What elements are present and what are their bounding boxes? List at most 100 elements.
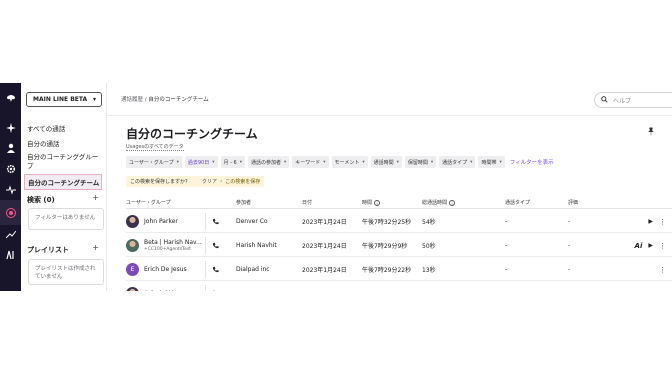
column-divider: [205, 285, 206, 291]
phone-icon: [212, 234, 219, 257]
table-row[interactable]: Ashwini V ⋮: [126, 282, 672, 291]
user-cell[interactable]: Beta | Harish Nav... +CC100+AgentsTest: [126, 234, 202, 257]
filter-moment[interactable]: モーメント ▾: [331, 156, 368, 168]
activity-icon[interactable]: [4, 183, 17, 196]
breadcrumb-parent[interactable]: 通話履歴: [121, 97, 143, 103]
col-time-label: 時間: [362, 200, 373, 206]
row-actions: ⋮: [659, 282, 666, 292]
add-search-icon[interactable]: +: [92, 193, 99, 202]
filter-label: ユーザー・グループ: [129, 159, 174, 166]
info-icon[interactable]: i: [374, 199, 381, 206]
nav-item-all-calls[interactable]: すべての通話: [27, 123, 65, 133]
top-bar: 通話履歴 / 自分のコーチングチーム ヘルプ: [107, 83, 672, 116]
user-icon[interactable]: [4, 141, 17, 154]
page-subtitle[interactable]: Usagesのすべてのデータ: [126, 143, 184, 151]
phone-icon: [212, 282, 219, 291]
filter-time-of-day[interactable]: 時間帯 ▾: [478, 156, 505, 168]
show-filters-link[interactable]: フィルターを表示: [510, 156, 554, 168]
more-icon[interactable]: ⋮: [659, 242, 666, 250]
col-rating[interactable]: 評価: [568, 199, 578, 206]
nav-item-my-calls[interactable]: 自分の通話: [27, 138, 60, 148]
ai-icon[interactable]: Ai: [635, 242, 643, 250]
more-icon[interactable]: ⋮: [659, 290, 666, 292]
icon-rail: [0, 83, 21, 291]
user-cell[interactable]: Ashwini V: [126, 282, 173, 291]
filter-label: 月 - 6: [223, 159, 237, 166]
filter-call-type[interactable]: 通話タイプ ▾: [439, 156, 476, 168]
trend-icon[interactable]: [4, 228, 17, 241]
chevron-down-icon: ▾: [283, 159, 287, 165]
pin-icon[interactable]: [647, 127, 655, 137]
participant-cell[interactable]: Dialpad inc: [236, 258, 270, 281]
save-prompt: この検索を保存しますか？: [130, 179, 191, 185]
banner-separator: ・: [218, 179, 224, 185]
search-section-title: 検索 (0): [27, 196, 55, 204]
search-icon: [601, 95, 608, 105]
col-call-type[interactable]: 通話タイプ: [505, 199, 530, 206]
duration-cell: 50秒: [422, 243, 436, 250]
filter-label: 通話タイプ: [442, 159, 468, 166]
help-search-input[interactable]: ヘルプ: [594, 92, 672, 108]
table-row[interactable]: E Erich De Jesus Dialpad inc 2023年1月24日 午後7時…: [126, 258, 672, 281]
filter-participants[interactable]: 通話の参加者 ▾: [247, 156, 290, 168]
filter-user-group[interactable]: ユーザー・グループ ▾: [126, 156, 182, 168]
chevron-down-icon: ▾: [239, 159, 242, 165]
filter-label: 過去90日: [187, 159, 210, 166]
avatar: [126, 215, 139, 228]
play-icon[interactable]: ▶: [648, 218, 653, 225]
info-icon[interactable]: i: [449, 199, 456, 206]
col-date[interactable]: 日付: [302, 199, 312, 206]
row-actions: Ai ▶ ⋮: [635, 234, 666, 257]
chevron-down-icon: ▾: [396, 159, 399, 165]
user-cell[interactable]: E Erich De Jesus: [126, 258, 187, 281]
chevron-down-icon: ▾: [323, 159, 326, 165]
more-icon[interactable]: ⋮: [659, 266, 666, 274]
gear-icon[interactable]: [4, 162, 17, 175]
save-search-banner: この検索を保存しますか？ クリア ・ この検索を保存: [126, 176, 265, 187]
more-icon[interactable]: ⋮: [659, 218, 666, 226]
nav-item-my-coaching-group[interactable]: 自分のコーチンググループ: [27, 153, 101, 171]
filter-keyword[interactable]: キーワード ▾: [292, 156, 329, 168]
clear-button[interactable]: クリア: [202, 179, 217, 185]
filter-label: モーメント: [334, 159, 360, 166]
table-row[interactable]: John Parker Denver Co 2023年1月24日 午後7時32分25秒…: [126, 210, 672, 233]
filter-hold-time[interactable]: 保留時間 ▾: [404, 156, 437, 168]
col-duration[interactable]: 総通話時間 i: [422, 199, 456, 206]
nav-item-my-coaching-team[interactable]: 自分のコーチングチーム: [24, 174, 102, 190]
filter-label: 保留時間: [407, 159, 428, 166]
add-playlist-icon[interactable]: +: [92, 243, 99, 252]
avatar: E: [126, 263, 139, 276]
time-cell: 午後7時32分25秒: [362, 219, 412, 226]
avatar: [126, 239, 139, 252]
app-window: MAIN LINE BETA ▾ すべての通話 自分の通話 自分のコーチンググル…: [0, 83, 672, 291]
chevron-down-icon: ▾: [499, 159, 502, 165]
call-type-cell: -: [505, 242, 508, 249]
search-placeholder: ヘルプ: [613, 97, 632, 105]
dialpad-logo-icon[interactable]: [4, 91, 17, 104]
user-name: John Parker: [144, 218, 178, 225]
ai-icon[interactable]: [4, 248, 17, 261]
table-row[interactable]: Beta | Harish Nav... +CC100+AgentsTest Har…: [126, 234, 672, 257]
filter-label: 通話時間: [373, 159, 394, 166]
date-cell: 2023年1月24日: [302, 219, 347, 226]
chevron-down-icon: ▾: [430, 159, 434, 165]
col-time[interactable]: 時間 i: [362, 199, 381, 206]
save-search-button[interactable]: この検索を保存: [225, 179, 260, 185]
col-participant[interactable]: 参加者: [236, 199, 251, 206]
user-cell[interactable]: John Parker: [126, 210, 178, 233]
play-icon[interactable]: ▶: [648, 242, 653, 249]
filter-weekday[interactable]: 月 - 6 ▾: [220, 156, 245, 168]
sparkle-icon[interactable]: [4, 121, 17, 134]
filter-bar: ユーザー・グループ ▾ 過去90日 ▾ 月 - 6 ▾ 通話の参加者 ▾ キーワード ▾ …: [126, 156, 554, 168]
rating-cell: -: [568, 242, 571, 249]
participant-cell[interactable]: Denver Co: [236, 210, 268, 233]
col-user-group[interactable]: ユーザー・グループ: [126, 199, 171, 206]
breadcrumb: 通話履歴 / 自分のコーチングチーム: [121, 95, 209, 103]
participant-cell[interactable]: Harish Navhit: [236, 234, 277, 257]
user-name: Erich De Jesus: [144, 266, 187, 273]
nav-panel: MAIN LINE BETA ▾ すべての通話 自分の通話 自分のコーチンググル…: [21, 83, 107, 291]
coaching-target-icon[interactable]: [4, 206, 17, 219]
filter-call-duration[interactable]: 通話時間 ▾: [370, 156, 402, 168]
workspace-dropdown[interactable]: MAIN LINE BETA ▾: [26, 92, 102, 107]
filter-date-range[interactable]: 過去90日 ▾: [184, 156, 218, 168]
